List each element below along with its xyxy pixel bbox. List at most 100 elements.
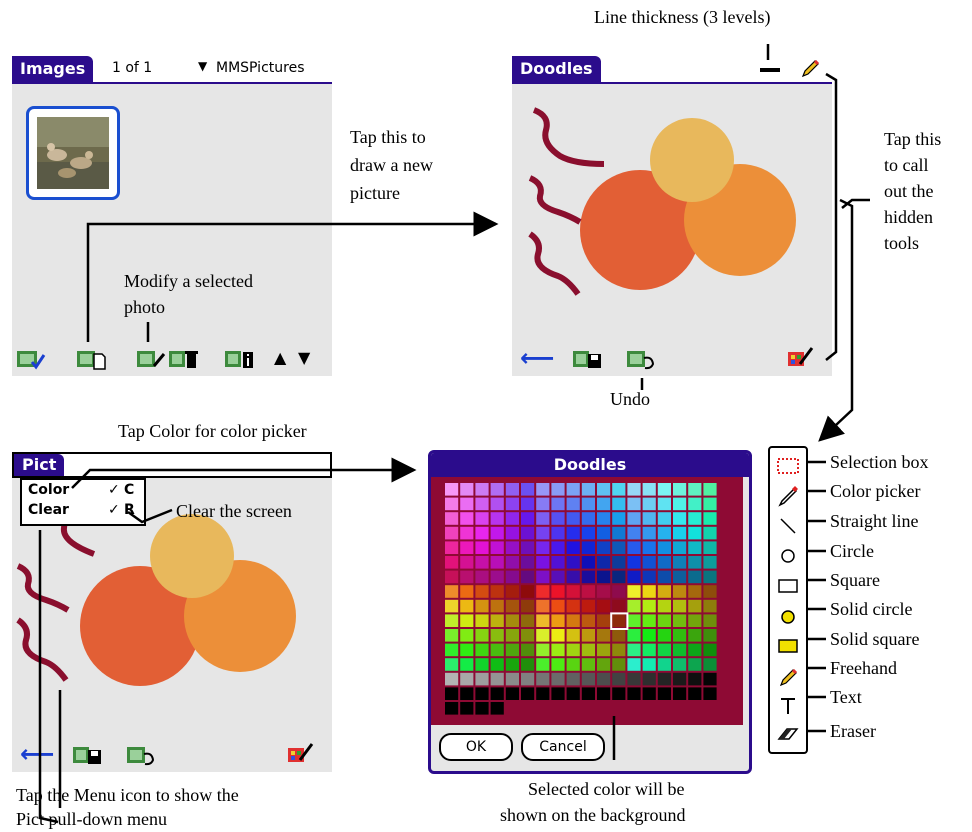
pict-menu-tab[interactable]: Pict [14, 454, 65, 476]
color-swatch[interactable] [627, 556, 641, 569]
color-swatch[interactable] [581, 672, 595, 686]
color-swatch[interactable] [566, 497, 580, 511]
category-dropdown-arrow-icon[interactable]: ▼ [198, 59, 207, 73]
color-swatch[interactable] [612, 658, 626, 671]
color-swatch[interactable] [505, 483, 519, 496]
color-swatch[interactable] [551, 585, 565, 598]
color-swatch[interactable] [597, 687, 611, 700]
color-swatch[interactable] [703, 570, 717, 584]
color-swatch[interactable] [536, 614, 550, 627]
color-swatch[interactable] [657, 629, 671, 642]
color-swatch[interactable] [566, 672, 580, 686]
color-swatch[interactable] [505, 512, 519, 525]
color-swatch[interactable] [673, 643, 687, 657]
color-swatch[interactable] [597, 599, 611, 613]
color-swatch[interactable] [581, 614, 595, 627]
color-swatch[interactable] [673, 585, 687, 598]
color-swatch[interactable] [551, 629, 565, 642]
color-swatch[interactable] [597, 658, 611, 671]
color-swatch[interactable] [505, 526, 519, 540]
color-swatch[interactable] [657, 614, 671, 627]
color-swatch[interactable] [475, 570, 489, 584]
color-swatch[interactable] [627, 497, 641, 511]
color-swatch[interactable] [445, 570, 459, 584]
color-swatch[interactable] [505, 599, 519, 613]
color-swatch[interactable] [627, 512, 641, 525]
color-swatch[interactable] [566, 541, 580, 554]
color-swatch[interactable] [597, 570, 611, 584]
color-swatch[interactable] [521, 629, 535, 642]
color-swatch[interactable] [490, 599, 504, 613]
back-arrow-icon[interactable]: ⟵ [20, 740, 54, 768]
color-swatch[interactable] [445, 643, 459, 657]
color-swatch[interactable] [521, 658, 535, 671]
color-swatch[interactable] [505, 672, 519, 686]
photo-check-icon[interactable] [16, 348, 46, 370]
color-swatch[interactable] [445, 556, 459, 569]
color-swatch[interactable] [505, 585, 519, 598]
color-swatch[interactable] [627, 643, 641, 657]
color-swatch[interactable] [475, 702, 489, 715]
color-swatch[interactable] [551, 570, 565, 584]
color-swatch[interactable] [566, 526, 580, 540]
color-swatch[interactable] [521, 643, 535, 657]
color-swatch[interactable] [566, 658, 580, 671]
color-swatch[interactable] [581, 556, 595, 569]
modify-photo-icon[interactable] [136, 348, 166, 370]
color-swatch[interactable] [612, 599, 626, 613]
color-swatch[interactable] [688, 629, 702, 642]
color-swatch[interactable] [521, 541, 535, 554]
color-swatch[interactable] [657, 512, 671, 525]
color-swatch[interactable] [460, 658, 474, 671]
undo-icon[interactable] [626, 348, 656, 370]
color-swatch[interactable] [505, 643, 519, 657]
color-swatch[interactable] [581, 687, 595, 700]
color-swatch[interactable] [536, 526, 550, 540]
color-swatch[interactable] [536, 585, 550, 598]
color-swatch[interactable] [536, 687, 550, 700]
color-swatch[interactable] [627, 526, 641, 540]
color-swatch[interactable] [673, 570, 687, 584]
color-swatch[interactable] [627, 672, 641, 686]
color-swatch[interactable] [642, 570, 656, 584]
color-swatch[interactable] [657, 585, 671, 598]
color-swatch[interactable] [703, 497, 717, 511]
color-swatch[interactable] [627, 614, 641, 627]
color-swatch[interactable] [673, 556, 687, 569]
color-swatch[interactable] [703, 556, 717, 569]
color-swatch[interactable] [688, 556, 702, 569]
color-swatch[interactable] [612, 687, 626, 700]
color-swatch[interactable] [657, 672, 671, 686]
color-swatch[interactable] [475, 483, 489, 496]
color-swatch[interactable] [581, 570, 595, 584]
color-swatch[interactable] [673, 658, 687, 671]
color-swatch[interactable] [673, 614, 687, 627]
color-swatch[interactable] [460, 614, 474, 627]
color-swatch[interactable] [581, 497, 595, 511]
color-swatch[interactable] [490, 483, 504, 496]
color-swatch[interactable] [521, 614, 535, 627]
color-swatch[interactable] [566, 570, 580, 584]
category-dropdown[interactable]: MMSPictures [216, 60, 304, 76]
color-swatch[interactable] [581, 483, 595, 496]
color-swatch[interactable] [445, 512, 459, 525]
color-swatch[interactable] [627, 585, 641, 598]
color-swatch[interactable] [642, 658, 656, 671]
color-swatch[interactable] [445, 497, 459, 511]
color-swatch[interactable] [673, 541, 687, 554]
color-swatch[interactable] [551, 526, 565, 540]
drawing-canvas[interactable] [512, 84, 832, 340]
color-swatch[interactable] [581, 512, 595, 525]
color-swatch[interactable] [460, 541, 474, 554]
color-swatch[interactable] [536, 672, 550, 686]
scroll-down-icon[interactable]: ▼ [298, 348, 310, 367]
color-swatch[interactable] [566, 629, 580, 642]
color-swatch[interactable] [642, 629, 656, 642]
color-swatch[interactable] [566, 599, 580, 613]
color-swatch[interactable] [627, 570, 641, 584]
color-swatch[interactable] [597, 497, 611, 511]
color-swatch[interactable] [551, 556, 565, 569]
color-swatch[interactable] [627, 687, 641, 700]
color-swatch[interactable] [703, 658, 717, 671]
color-swatch[interactable] [521, 599, 535, 613]
